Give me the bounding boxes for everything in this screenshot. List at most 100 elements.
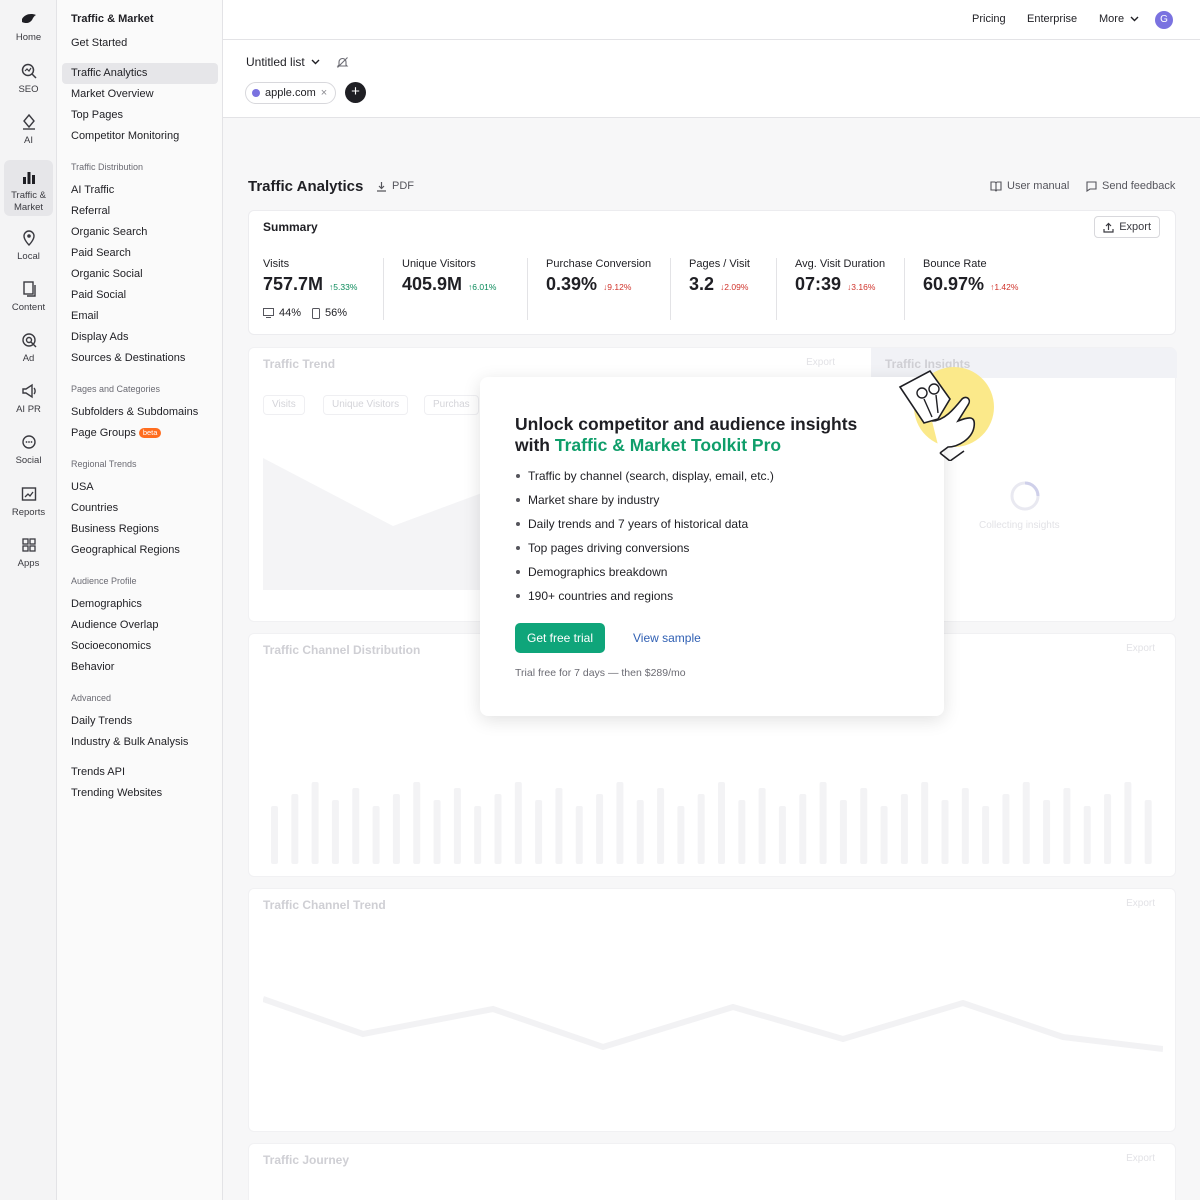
- metric-label: Pages / Visit: [689, 258, 750, 270]
- placeholder-bar: [535, 800, 543, 864]
- modal-heading: Unlock competitor and audience insights: [515, 414, 858, 434]
- metric-delta: ↓9.12%: [603, 282, 632, 292]
- feedback-icon: [1086, 180, 1097, 192]
- metric-unique-visitors: Unique Visitors 405.9M ↑6.01%: [402, 258, 496, 295]
- nav-organic-search[interactable]: Organic Search: [62, 222, 218, 243]
- bullet-dot: [516, 546, 520, 550]
- rail-reports[interactable]: Reports: [4, 485, 53, 525]
- feature-text: Market share by industry: [528, 493, 660, 507]
- nav-subfolders[interactable]: Subfolders & Subdomains: [62, 402, 218, 423]
- nav-daily-trends[interactable]: Daily Trends: [62, 711, 218, 732]
- trial-note: Trial free for 7 days — then $289/mo: [515, 667, 686, 679]
- nav-audience-overlap[interactable]: Audience Overlap: [62, 615, 218, 636]
- nav-get-started[interactable]: Get Started: [62, 33, 218, 54]
- series-toggle: Purchas: [424, 395, 479, 415]
- rail-ai-pr[interactable]: AI PR: [4, 382, 53, 422]
- rail-label: Content: [11, 302, 46, 313]
- collecting-insights: Collecting insights: [979, 520, 1060, 531]
- nav-countries[interactable]: Countries: [62, 498, 218, 519]
- rail-label: AI: [24, 135, 33, 146]
- nav-demographics[interactable]: Demographics: [62, 594, 218, 615]
- placeholder-bar: [758, 788, 766, 864]
- nav-organic-social[interactable]: Organic Social: [62, 264, 218, 285]
- add-domain-button[interactable]: +: [345, 82, 366, 103]
- metric-value: 757.7M: [263, 274, 324, 294]
- placeholder-bar: [1002, 794, 1010, 864]
- nav-usa[interactable]: USA: [62, 477, 218, 498]
- nav-display-ads[interactable]: Display Ads: [62, 327, 218, 348]
- metric-divider: [904, 258, 905, 320]
- nav-socioeconomics[interactable]: Socioeconomics: [62, 636, 218, 657]
- bell-off-icon[interactable]: [336, 56, 349, 69]
- nav-industry-bulk[interactable]: Industry & Bulk Analysis: [62, 732, 218, 753]
- rail-content[interactable]: Content: [4, 280, 53, 320]
- top-bar: Pricing Enterprise More G: [223, 0, 1200, 40]
- nav-page-groups[interactable]: Page Groups beta: [62, 423, 218, 444]
- rail-apps[interactable]: Apps: [4, 536, 53, 576]
- feature-text: 190+ countries and regions: [528, 589, 674, 603]
- remove-domain-icon[interactable]: ×: [321, 83, 327, 103]
- card-title: Traffic Journey: [263, 1153, 350, 1167]
- rail-traffic-market[interactable]: Traffic & Market: [4, 160, 53, 216]
- rail-label: Apps: [17, 558, 40, 569]
- rail-seo[interactable]: SEO: [4, 62, 53, 102]
- rail-home[interactable]: Home: [4, 10, 53, 50]
- nav-top-pages[interactable]: Top Pages: [62, 105, 218, 126]
- nav-geographical-regions[interactable]: Geographical Regions: [62, 540, 218, 561]
- view-sample-link[interactable]: View sample: [633, 631, 701, 645]
- placeholder-bar: [331, 800, 339, 864]
- placeholder-bar: [982, 806, 990, 864]
- nav-email[interactable]: Email: [62, 306, 218, 327]
- rail-social[interactable]: Social: [4, 433, 53, 473]
- placeholder-bar: [1124, 782, 1132, 864]
- nav-market-overview[interactable]: Market Overview: [62, 84, 218, 105]
- nav-behavior[interactable]: Behavior: [62, 657, 218, 678]
- placeholder-bar: [311, 782, 319, 864]
- rail-ai[interactable]: AI: [4, 113, 53, 153]
- placeholder-bar: [677, 806, 685, 864]
- nav-trends-api[interactable]: Trends API: [62, 762, 218, 783]
- download-icon: [377, 181, 386, 192]
- rail-ad[interactable]: Ad: [4, 331, 53, 371]
- more-menu[interactable]: More: [1099, 13, 1139, 25]
- nav-business-regions[interactable]: Business Regions: [62, 519, 218, 540]
- pdf-export-link[interactable]: PDF: [376, 180, 414, 192]
- list-selector[interactable]: Untitled list: [246, 55, 349, 69]
- page-title: Traffic Analytics: [248, 178, 364, 195]
- domain-chip[interactable]: apple.com ×: [245, 82, 337, 104]
- nav-trending-websites[interactable]: Trending Websites: [62, 783, 218, 804]
- metric-delta: ↑1.42%: [990, 282, 1019, 292]
- placeholder-bar: [616, 782, 624, 864]
- home-icon: [21, 14, 36, 24]
- megaphone-icon: [21, 383, 36, 399]
- export-button[interactable]: Export: [1094, 216, 1160, 238]
- feature-bullet: Top pages driving conversions: [516, 541, 689, 555]
- nav-referral[interactable]: Referral: [62, 201, 218, 222]
- bullet-dot: [516, 570, 520, 574]
- placeholder-bar: [697, 794, 705, 864]
- nav-paid-search[interactable]: Paid Search: [62, 243, 218, 264]
- rail-local[interactable]: Local: [4, 229, 53, 269]
- send-feedback-link[interactable]: Send feedback: [1086, 180, 1175, 192]
- avatar[interactable]: G: [1155, 11, 1173, 29]
- nav-paid-social[interactable]: Paid Social: [62, 285, 218, 306]
- nav-section-title: Audience Profile: [71, 576, 137, 586]
- nav-competitor-monitoring[interactable]: Competitor Monitoring: [62, 126, 218, 147]
- nav-sources-destinations[interactable]: Sources & Destinations: [62, 348, 218, 369]
- placeholder-bar: [1043, 800, 1051, 864]
- card-export: Export: [1126, 898, 1155, 909]
- enterprise-link[interactable]: Enterprise: [1027, 13, 1077, 25]
- mobile-icon: [312, 307, 321, 319]
- metric-delta: ↓3.16%: [847, 282, 876, 292]
- get-free-trial-button[interactable]: Get free trial: [515, 623, 605, 653]
- placeholder-bar: [880, 806, 888, 864]
- user-manual-link[interactable]: User manual: [990, 180, 1069, 192]
- placeholder-bar: [433, 800, 441, 864]
- feature-text: Demographics breakdown: [528, 565, 668, 579]
- ad-icon: [21, 333, 36, 348]
- list-name: Untitled list: [246, 55, 305, 69]
- pricing-link[interactable]: Pricing: [972, 13, 1006, 25]
- placeholder-bar: [819, 782, 827, 864]
- nav-traffic-analytics[interactable]: Traffic Analytics: [62, 63, 218, 84]
- nav-ai-traffic[interactable]: AI Traffic: [62, 180, 218, 201]
